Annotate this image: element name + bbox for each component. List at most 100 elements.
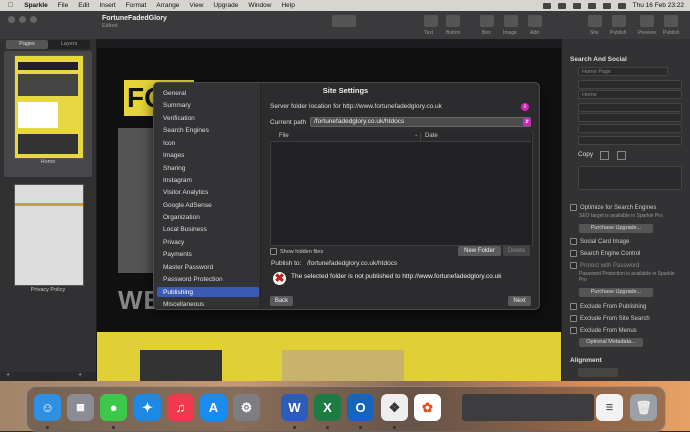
status-icon[interactable]: [542, 2, 551, 9]
delete-button[interactable]: Delete: [503, 246, 530, 256]
apple-menu-icon[interactable]: : [0, 2, 19, 9]
settings-item-google-adsense[interactable]: Google AdSense: [163, 202, 212, 209]
page-slot-field[interactable]: [578, 80, 682, 89]
settings-item-local-business[interactable]: Local Business: [163, 226, 207, 233]
toolbar-site-button[interactable]: [588, 15, 602, 27]
toolbar-publish-button[interactable]: [612, 15, 626, 27]
purchase-upgrade-button[interactable]: Purchase Upgrade...: [579, 224, 653, 233]
settings-item-organization[interactable]: Organization: [163, 214, 200, 221]
menu-help[interactable]: Help: [276, 2, 299, 9]
section-image[interactable]: [282, 350, 404, 381]
show-hidden-files-checkbox[interactable]: Show hidden files: [270, 248, 323, 255]
control-center-icon[interactable]: [617, 2, 626, 9]
settings-item-verification[interactable]: Verification: [163, 115, 195, 122]
wifi-icon[interactable]: [587, 2, 596, 9]
settings-item-visitor-analytics[interactable]: Visitor Analytics: [163, 189, 208, 196]
info-icon[interactable]: i: [521, 103, 529, 111]
new-folder-button[interactable]: New Folder: [458, 246, 501, 256]
meta-field-4[interactable]: [578, 136, 682, 145]
meta-field-2[interactable]: [578, 113, 682, 122]
check-optimize-seo[interactable]: Optimize for Search Engines: [570, 204, 656, 211]
messages-icon[interactable]: ●: [100, 394, 127, 421]
finder-icon[interactable]: ☺: [34, 394, 61, 421]
toolbar-button-button[interactable]: [446, 15, 460, 27]
toolbar-text-button[interactable]: [424, 15, 438, 27]
menu-file[interactable]: File: [53, 2, 73, 9]
settings-item-privacy[interactable]: Privacy: [163, 239, 184, 246]
purchase-upgrade-button-2[interactable]: Purchase Upgrade...: [579, 288, 653, 297]
photos-icon[interactable]: ✿: [414, 394, 441, 421]
checkbox-box[interactable]: [270, 248, 277, 255]
next-button[interactable]: Next: [508, 296, 531, 306]
settings-item-summary[interactable]: Summary: [163, 102, 191, 109]
window-preview-thumbnails[interactable]: [462, 394, 594, 421]
menu-edit[interactable]: Edit: [73, 2, 94, 9]
zoom-window-button[interactable]: [30, 16, 37, 23]
toolbar-publish2-button[interactable]: [664, 15, 678, 27]
settings-item-publishing[interactable]: Publishing: [163, 289, 193, 296]
description-field[interactable]: [578, 166, 682, 190]
document-preview-icon[interactable]: ☰: [596, 394, 623, 421]
check-search-engine-control[interactable]: Search Engine Control: [570, 250, 640, 257]
file-browser-list[interactable]: [270, 131, 533, 246]
qr-code-icon[interactable]: [617, 151, 626, 160]
launchpad-icon[interactable]: ▦: [67, 394, 94, 421]
trash-icon[interactable]: 🗑: [630, 394, 657, 421]
page-thumbnail-privacy[interactable]: [14, 184, 84, 286]
system-settings-icon[interactable]: ⚙: [233, 394, 260, 421]
settings-item-general[interactable]: General: [163, 90, 186, 97]
toolbar-add-button[interactable]: [528, 15, 542, 27]
search-icon[interactable]: [602, 2, 611, 9]
toolbar-preview-button[interactable]: [640, 15, 654, 27]
alignment-control[interactable]: [578, 368, 618, 377]
meta-field-1[interactable]: [578, 103, 682, 112]
settings-item-payments[interactable]: Payments: [163, 251, 192, 258]
settings-item-sharing[interactable]: Sharing: [163, 165, 185, 172]
menu-window[interactable]: Window: [243, 2, 276, 9]
hero-photo[interactable]: [118, 128, 156, 273]
current-path-select[interactable]: /fortunefadedglory.co.uk/htdocs: [310, 117, 531, 127]
check-exclude-menus[interactable]: Exclude From Menus: [570, 327, 637, 334]
back-button[interactable]: Back: [270, 296, 293, 306]
chevron-updown-icon[interactable]: ⇵: [523, 118, 531, 126]
check-social-card[interactable]: Social Card Image: [570, 238, 629, 245]
settings-item-master-password[interactable]: Master Password: [163, 264, 213, 271]
column-header-file[interactable]: File: [279, 133, 289, 139]
menu-format[interactable]: Format: [121, 2, 152, 9]
settings-item-icon[interactable]: Icon: [163, 140, 175, 147]
excel-icon[interactable]: X: [314, 394, 341, 421]
check-exclude-publishing[interactable]: Exclude From Publishing: [570, 303, 646, 310]
zoom-control[interactable]: [332, 15, 356, 27]
add-page-icon[interactable]: +: [6, 372, 10, 379]
check-protect-password[interactable]: Protect with Password: [570, 262, 639, 269]
column-divider[interactable]: [420, 132, 421, 141]
page-title-field[interactable]: Home: [578, 90, 682, 99]
music-icon[interactable]: ♫: [167, 394, 194, 421]
section-logo-box[interactable]: [140, 350, 222, 381]
menu-view[interactable]: View: [184, 2, 208, 9]
toolbar-box-button[interactable]: [480, 15, 494, 27]
battery-icon[interactable]: [572, 2, 581, 9]
page-type-select[interactable]: Home Page: [578, 67, 668, 76]
app-store-icon[interactable]: A: [200, 394, 227, 421]
toolbar-image-button[interactable]: [504, 15, 518, 27]
menubar-clock[interactable]: Thu 16 Feb 23:22: [633, 2, 684, 9]
add-page-icon-right[interactable]: +: [78, 372, 82, 379]
menu-insert[interactable]: Insert: [94, 2, 120, 9]
sparkle-app-icon[interactable]: ❖: [381, 394, 408, 421]
menu-arrange[interactable]: Arrange: [151, 2, 184, 9]
check-exclude-site-search[interactable]: Exclude From Site Search: [570, 315, 650, 322]
settings-item-miscellaneous[interactable]: Miscellaneous: [163, 301, 204, 308]
menu-sparkle[interactable]: Sparkle: [19, 2, 53, 9]
menu-upgrade[interactable]: Upgrade: [208, 2, 243, 9]
bluetooth-icon[interactable]: [557, 2, 566, 9]
tab-layers[interactable]: Layers: [48, 40, 90, 49]
settings-item-images[interactable]: Images: [163, 152, 184, 159]
link-icon[interactable]: [600, 151, 609, 160]
settings-item-password-protection[interactable]: Password Protection: [163, 276, 223, 283]
settings-item-search-engines[interactable]: Search Engines: [163, 127, 209, 134]
page-thumbnail-home[interactable]: [14, 55, 84, 159]
minimize-window-button[interactable]: [19, 16, 26, 23]
word-icon[interactable]: W: [281, 394, 308, 421]
outlook-icon[interactable]: O: [347, 394, 374, 421]
